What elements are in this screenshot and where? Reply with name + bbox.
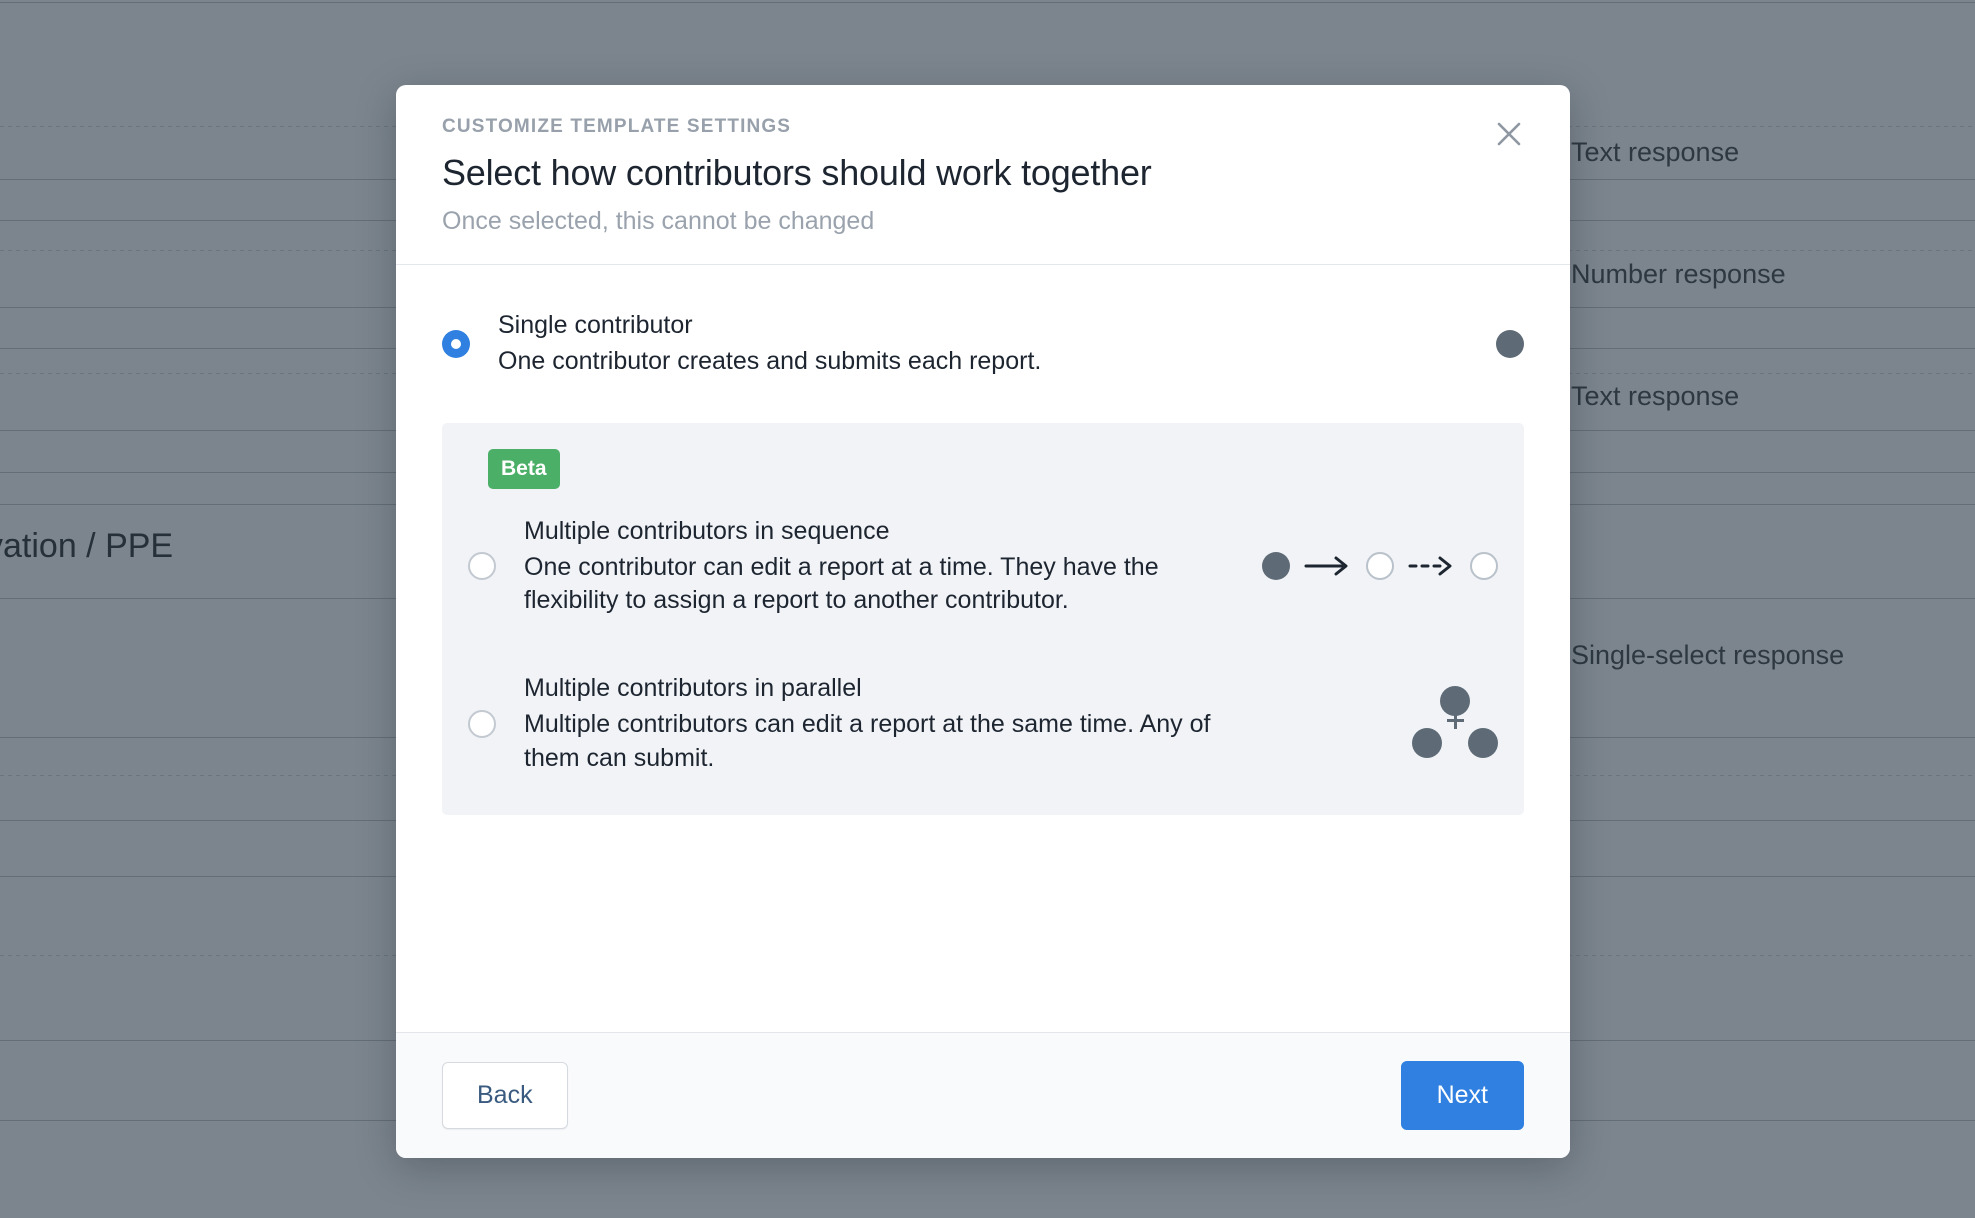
bg-response-type: Text response (1571, 137, 1740, 167)
page-title: Select how contributors should work toge… (442, 151, 1152, 193)
option-text: Multiple contributors in sequence One co… (524, 515, 1242, 618)
filled-circle-icon (1262, 552, 1290, 581)
dialog-eyebrow: CUSTOMIZE TEMPLATE SETTINGS (442, 116, 792, 137)
bg-response-type: Text response (1571, 381, 1740, 411)
option-multiple-parallel[interactable]: Multiple contributors in parallel Multip… (468, 628, 1498, 781)
hollow-circle-icon (1366, 552, 1394, 581)
option-text: Single contributor One contributor creat… (498, 309, 1476, 379)
arrow-right-icon (1304, 554, 1352, 578)
plus-icon (1447, 711, 1464, 729)
option-text: Multiple contributors in parallel Multip… (524, 672, 1392, 775)
sequence-illustration (1262, 552, 1498, 581)
radio-single-contributor[interactable] (442, 330, 470, 359)
dashed-arrow-right-icon (1408, 554, 1456, 578)
filled-circle-icon (1412, 727, 1442, 758)
parallel-illustration (1412, 685, 1498, 762)
status-badge: Beta (488, 448, 560, 489)
option-description: Multiple contributors can edit a report … (524, 709, 1211, 772)
filled-circle-icon (1468, 727, 1498, 758)
close-button[interactable] (1486, 111, 1532, 157)
filled-circle-icon (1496, 330, 1524, 359)
option-description: One contributor creates and submits each… (498, 347, 1042, 376)
close-icon (1494, 119, 1524, 149)
bg-divider (0, 2, 1975, 3)
bg-question-title: vation / PPE (0, 527, 174, 565)
option-title: Single contributor (498, 311, 693, 340)
dialog-header: CUSTOMIZE TEMPLATE SETTINGS Select how c… (396, 85, 1570, 266)
option-title: Multiple contributors in parallel (524, 674, 862, 703)
customize-template-settings-dialog: CUSTOMIZE TEMPLATE SETTINGS Select how c… (396, 85, 1570, 1158)
dialog-body: Single contributor One contributor creat… (396, 265, 1570, 1032)
dialog-subtitle: Once selected, this cannot be changed (442, 207, 875, 236)
bg-response-type: Single-select response (1571, 640, 1845, 670)
dialog-footer: Back Next (396, 1032, 1570, 1158)
radio-multiple-parallel[interactable] (468, 709, 496, 738)
option-single-contributor[interactable]: Single contributor One contributor creat… (442, 265, 1524, 419)
option-multiple-sequence[interactable]: Multiple contributors in sequence One co… (468, 489, 1498, 628)
radio-multiple-sequence[interactable] (468, 552, 496, 581)
option-description: One contributor can edit a report at a t… (524, 552, 1159, 615)
beta-options-panel: Beta Multiple contributors in sequence O… (442, 422, 1524, 816)
option-title: Multiple contributors in sequence (524, 516, 890, 545)
back-button[interactable]: Back (442, 1062, 568, 1129)
bg-response-type: Number response (1571, 259, 1786, 289)
next-button[interactable]: Next (1400, 1061, 1524, 1130)
single-contributor-illustration (1496, 330, 1524, 359)
hollow-circle-icon (1470, 552, 1498, 581)
